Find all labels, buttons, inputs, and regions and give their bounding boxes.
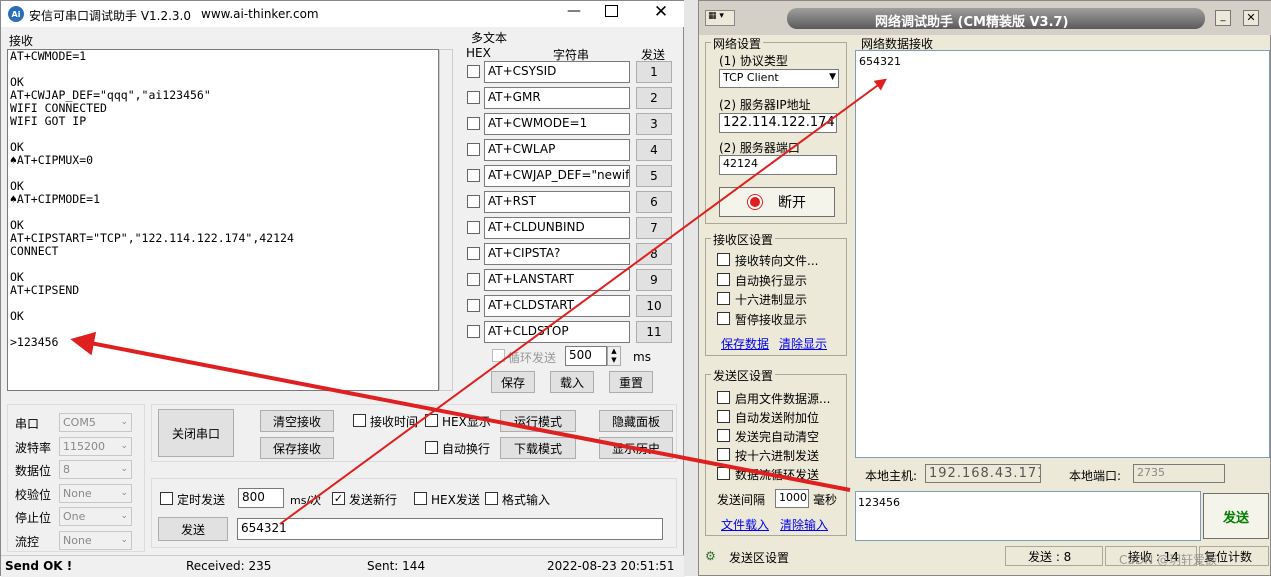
arrow-to-net-recv [279, 78, 887, 525]
arrow-to-serial-recv [70, 331, 851, 492]
annotation-arrows [70, 78, 887, 525]
